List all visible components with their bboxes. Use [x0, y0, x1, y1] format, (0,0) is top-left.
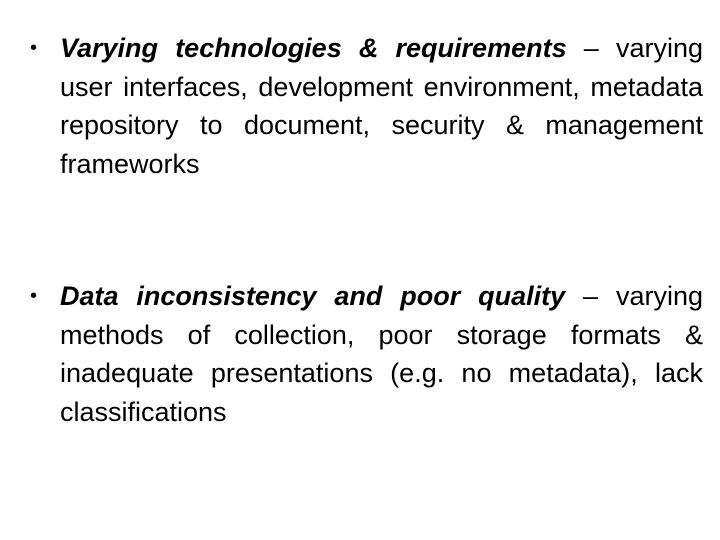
bullet-separator: –: [566, 33, 616, 63]
slide: • Varying technologies & requirements – …: [0, 0, 720, 540]
bullet-heading: Varying technologies & requirements: [60, 33, 567, 63]
bullet-heading: Data inconsistency and poor quality: [60, 281, 566, 311]
bullet-separator: –: [565, 281, 616, 311]
bullet-item-data-inconsistency: • Data inconsistency and poor quality – …: [30, 277, 703, 431]
bullet-item-varying-technologies: • Varying technologies & requirements – …: [30, 29, 703, 183]
bullet-icon: •: [30, 37, 38, 59]
bullet-icon: •: [30, 285, 38, 307]
